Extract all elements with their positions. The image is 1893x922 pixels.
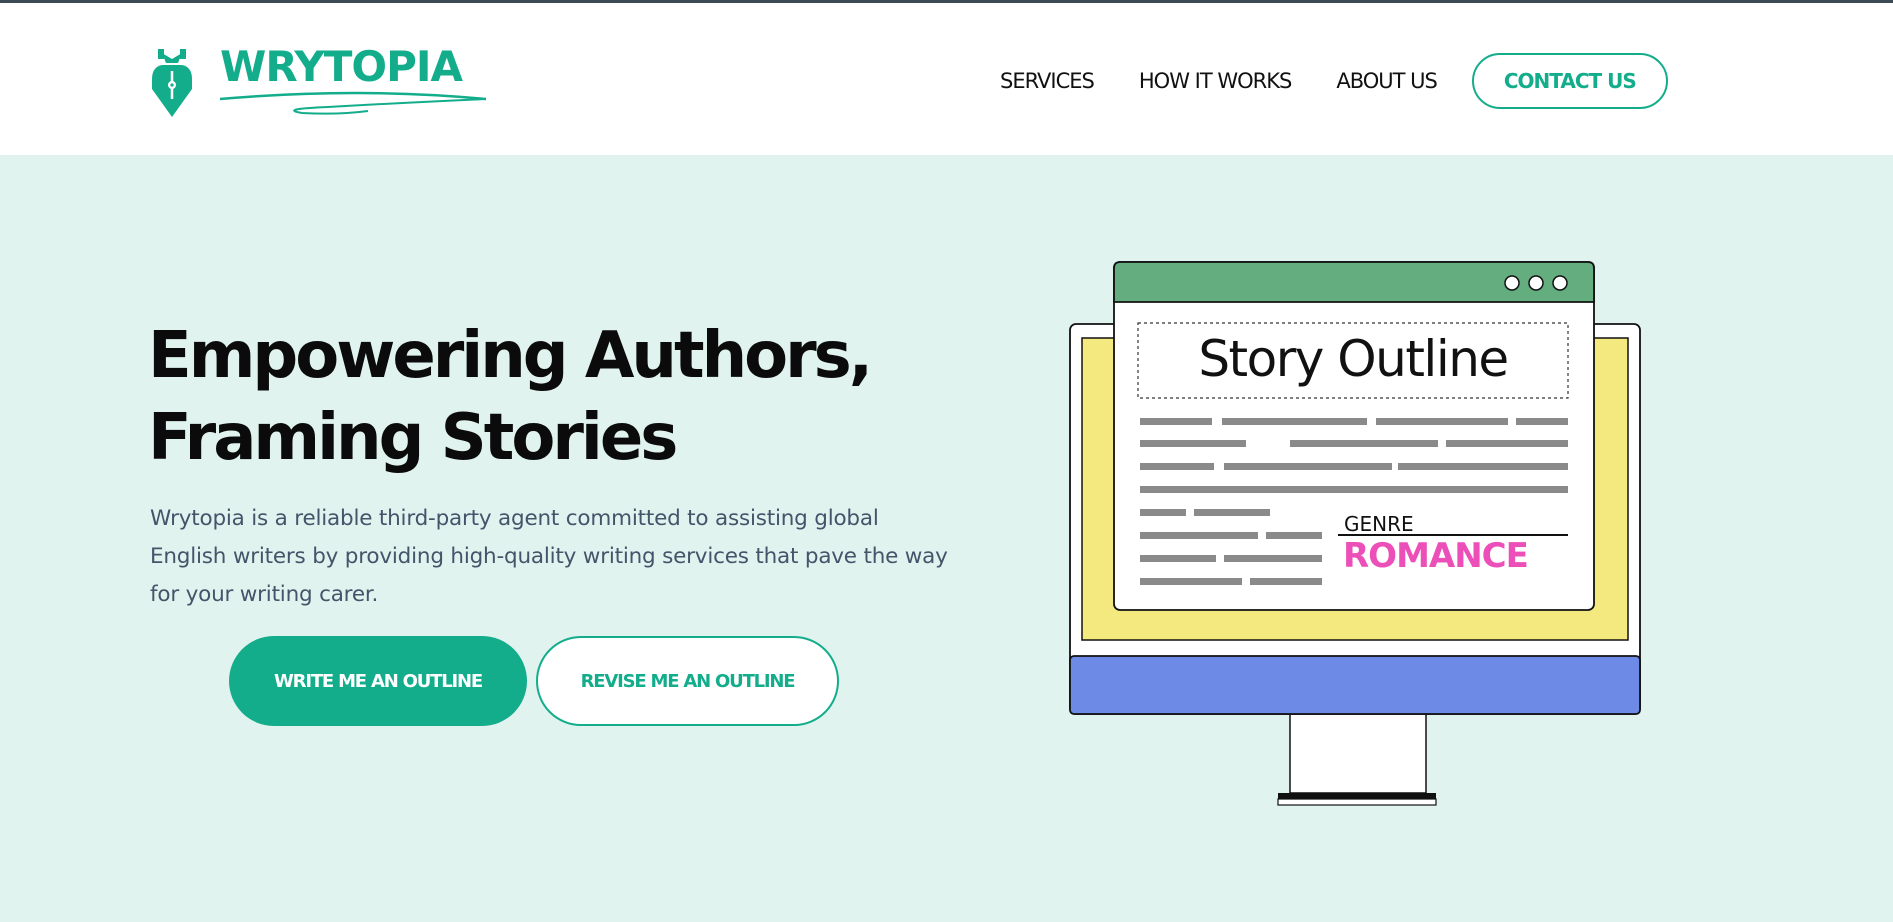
genre-label: GENRE (1344, 512, 1414, 536)
brand-name: WRYTOPIA (220, 42, 463, 91)
contact-us-button[interactable]: CONTACT US (1471, 53, 1668, 109)
hero-description: Wrytopia is a reliable third-party agent… (150, 506, 948, 607)
main-nav: SERVICES HOW IT WORKS ABOUT US CONTACT U… (1000, 53, 1668, 109)
pen-nib-icon (152, 49, 192, 117)
genre-value: ROMANCE (1343, 536, 1528, 576)
site-header: WRYTOPIA SERVICES HOW IT WORKS ABOUT US … (0, 3, 1893, 155)
doc-title: Story Outline (1198, 330, 1507, 388)
window-dot-icon (1552, 275, 1568, 291)
window-titlebar (1113, 261, 1595, 303)
nav-about-us[interactable]: ABOUT US (1336, 69, 1438, 93)
nav-how-it-works[interactable]: HOW IT WORKS (1139, 69, 1292, 93)
window-dot-icon (1504, 275, 1520, 291)
write-outline-button[interactable]: WRITE ME AN OUTLINE (229, 636, 527, 726)
hero-title: Empowering Authors, Framing Stories (148, 315, 968, 479)
logo-swoosh (219, 91, 487, 115)
monitor-stand (1289, 712, 1427, 794)
brand-logo[interactable]: WRYTOPIA (148, 41, 488, 121)
hero-title-line-1: Empowering Authors, (148, 319, 873, 393)
revise-outline-button[interactable]: REVISE ME AN OUTLINE (536, 636, 839, 726)
monitor-base-panel (1069, 655, 1641, 715)
window-dot-icon (1528, 275, 1544, 291)
monitor-illustration: Story Outline GENRE ROMANCE (1069, 261, 1641, 806)
nav-services[interactable]: SERVICES (1000, 69, 1095, 93)
hero-title-line-2: Framing Stories (148, 401, 678, 475)
